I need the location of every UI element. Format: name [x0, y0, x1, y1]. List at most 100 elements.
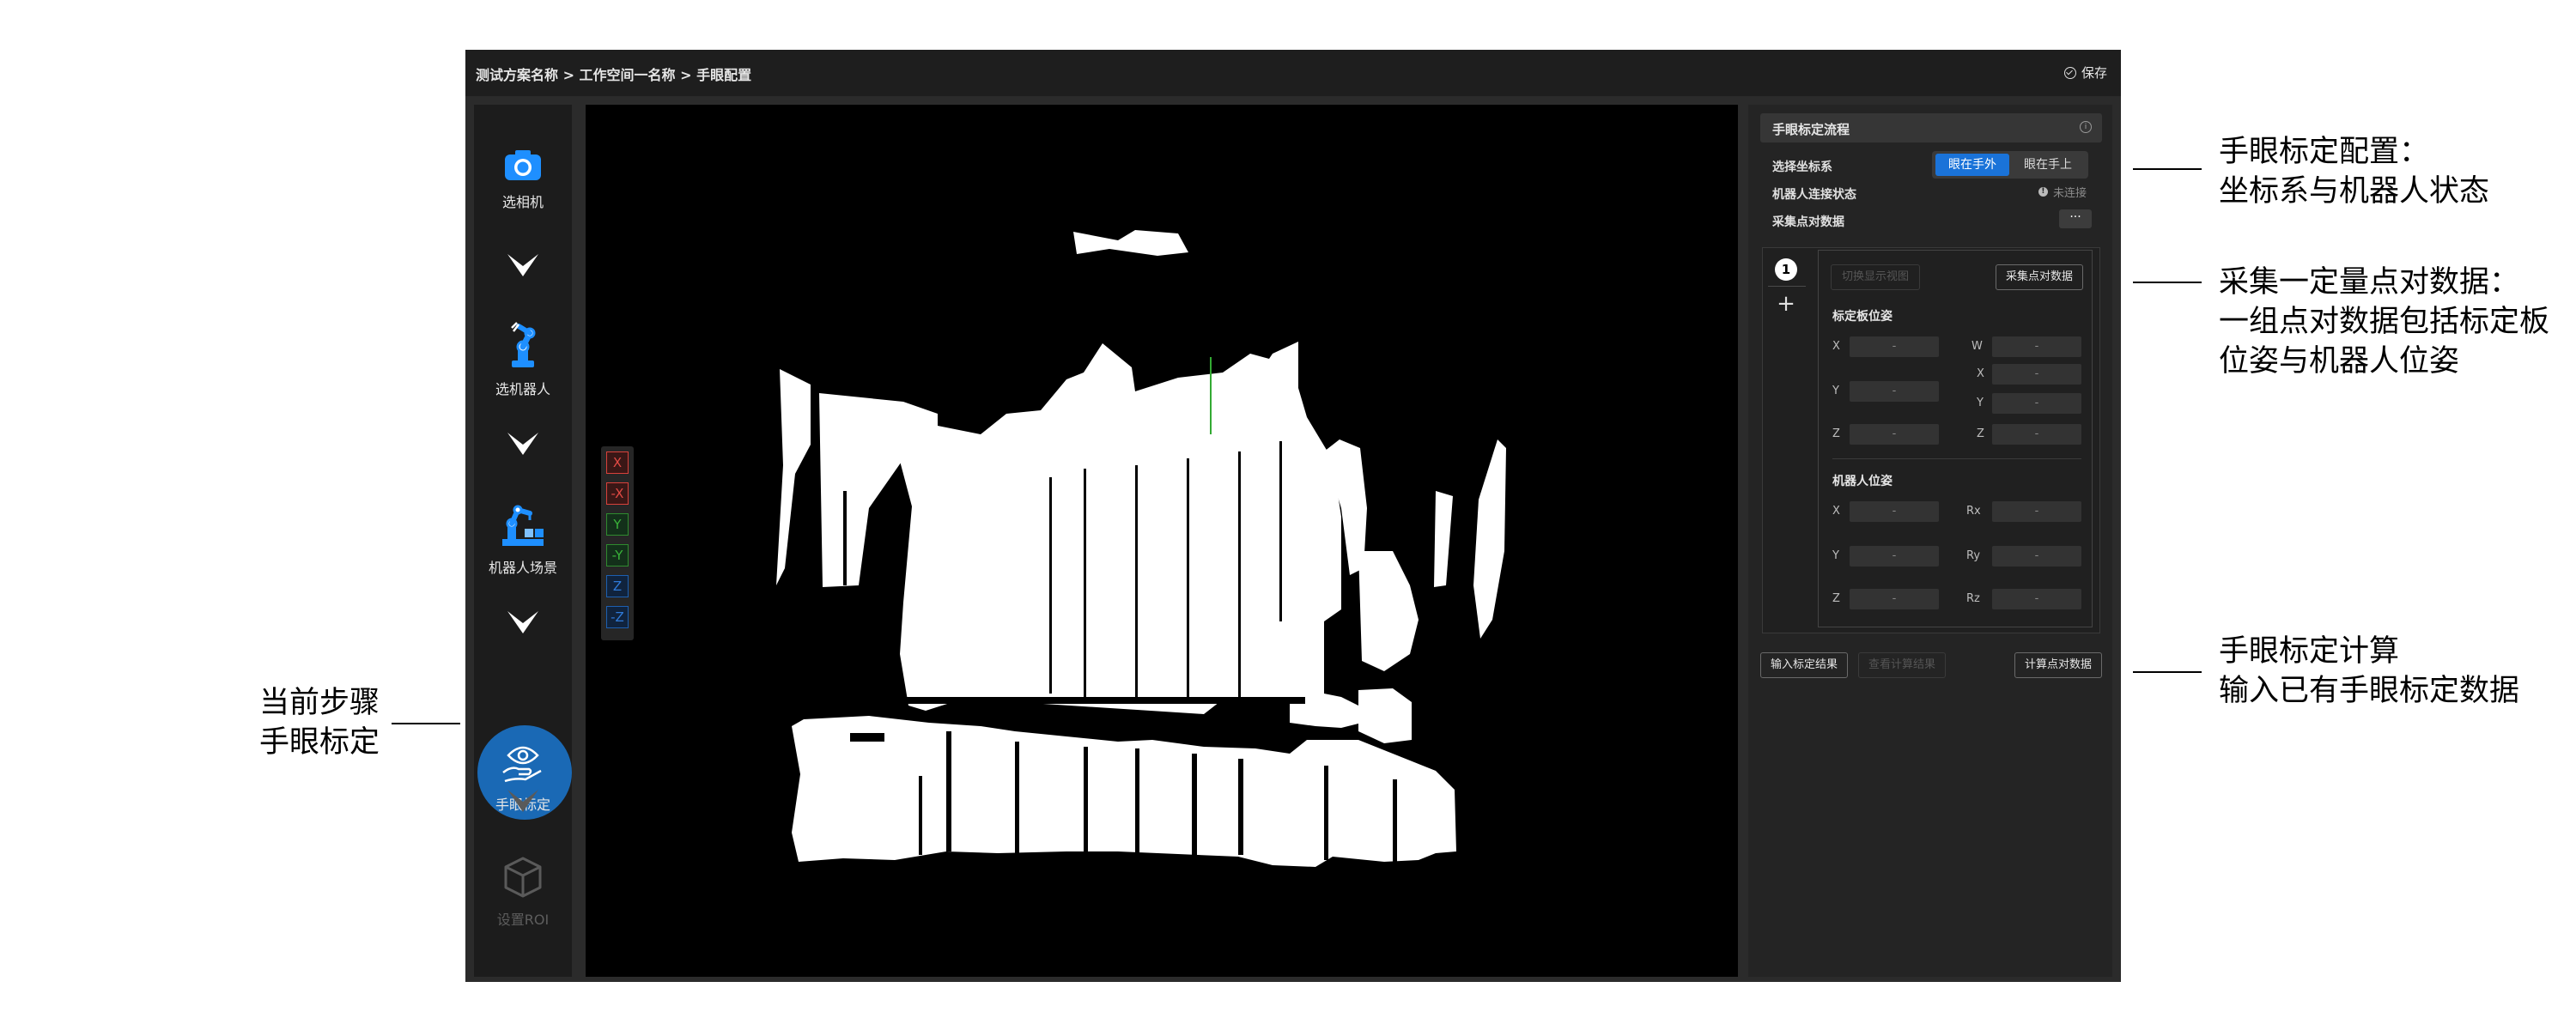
- annotation-line: [2133, 168, 2202, 170]
- annotation-text: 手眼标定计算: [2219, 634, 2400, 669]
- robot-pose-title: 机器人位姿: [1832, 475, 1893, 488]
- robot-ry-field[interactable]: -: [1992, 546, 2081, 566]
- info-icon[interactable]: i: [2080, 121, 2092, 133]
- board-qx-label: X: [1977, 367, 1984, 380]
- calibration-panel: 手眼标定流程 i 选择坐标系 眼在手外 眼在手上 机器人连接状态 ! 未连接 采…: [1748, 105, 2112, 977]
- view-result-button[interactable]: 查看计算结果: [1858, 652, 1946, 678]
- step-set-roi: 设置ROI: [474, 855, 572, 929]
- board-w-label: W: [1971, 340, 1983, 353]
- step-label: 设置ROI: [496, 912, 550, 928]
- check-circle-icon: [2063, 66, 2076, 79]
- annotation-text: 采集一定量点对数据：: [2219, 265, 2520, 300]
- robot-z-field[interactable]: -: [1850, 589, 1939, 609]
- board-x-field[interactable]: -: [1850, 336, 1939, 357]
- board-x-label: X: [1832, 340, 1840, 353]
- robot-z-label: Z: [1832, 592, 1840, 605]
- more-options-button[interactable]: ···: [2059, 209, 2092, 228]
- point-pair-tab-1[interactable]: 1: [1775, 258, 1797, 281]
- step-label: 选机器人: [495, 381, 550, 397]
- annotation-text: 手眼标定配置：: [2219, 135, 2430, 169]
- step-select-robot[interactable]: 选机器人: [474, 321, 572, 398]
- top-bar: 测试方案名称 > 工作空间一名称 > 手眼配置 保存: [465, 50, 2121, 96]
- step-robot-scene[interactable]: 机器人场景: [474, 500, 572, 577]
- annotation-config: 手眼标定配置： 坐标系与机器人状态: [2219, 132, 2489, 211]
- robot-y-field[interactable]: -: [1850, 546, 1939, 566]
- chevron-down-icon: [507, 433, 538, 455]
- annotation-current-step: 当前步骤 手眼标定: [259, 683, 380, 762]
- chevron-down-icon: [507, 790, 538, 812]
- compute-point-pair-button[interactable]: 计算点对数据: [2014, 652, 2102, 678]
- board-w-field[interactable]: -: [1992, 336, 2081, 357]
- axis-y-button[interactable]: Y: [606, 513, 629, 536]
- board-qy-label: Y: [1977, 397, 1984, 409]
- robot-rz-label: Rz: [1966, 592, 1980, 605]
- annotation-line: [392, 723, 460, 724]
- board-qz-label: Z: [1977, 427, 1984, 440]
- board-y-field[interactable]: -: [1850, 381, 1939, 402]
- coord-system-toggle: 眼在手外 眼在手上: [1932, 151, 2088, 179]
- panel-title: 手眼标定流程: [1772, 122, 1850, 137]
- input-result-button[interactable]: 输入标定结果: [1760, 652, 1848, 678]
- annotation-text: 坐标系与机器人状态: [2219, 174, 2490, 209]
- robot-x-field[interactable]: -: [1850, 501, 1939, 522]
- step-sidebar: 选相机 选机器人 机器人场景 设置ROI: [474, 105, 572, 977]
- robot-x-label: X: [1832, 505, 1840, 518]
- annotation-text: 一组点对数据包括标定板: [2219, 305, 2550, 339]
- board-y-label: Y: [1832, 385, 1839, 397]
- save-label: 保存: [2081, 65, 2107, 81]
- eye-to-hand-option[interactable]: 眼在手外: [1935, 154, 2009, 176]
- robot-rx-field[interactable]: -: [1992, 501, 2081, 522]
- switch-view-button[interactable]: 切换显示视图: [1831, 264, 1920, 290]
- robot-scene-icon: [502, 505, 544, 546]
- annotation-text: 手眼标定: [259, 725, 380, 760]
- annotation-text: 当前步骤: [259, 686, 380, 720]
- point-pair-collector: 1 + 切换显示视图 采集点对数据 标定板位姿 X - Y - Z - W - …: [1762, 247, 2100, 633]
- annotation-collect: 采集一定量点对数据： 一组点对数据包括标定板 位姿与机器人位姿: [2219, 263, 2549, 381]
- point-cloud-image: [776, 230, 1506, 867]
- board-z-field[interactable]: -: [1850, 424, 1939, 445]
- cube-icon: [504, 857, 542, 898]
- collect-label: 采集点对数据: [1772, 215, 1844, 229]
- app-window: 测试方案名称 > 工作空间一名称 > 手眼配置 保存 选相机 选机器人 机器人场…: [465, 50, 2121, 982]
- board-qz-field[interactable]: -: [1992, 424, 2081, 445]
- save-button[interactable]: 保存: [2063, 64, 2107, 82]
- axis-z-button[interactable]: Z: [606, 575, 629, 597]
- collect-point-pair-button[interactable]: 采集点对数据: [1996, 264, 2083, 290]
- add-point-pair-button[interactable]: +: [1775, 293, 1797, 315]
- robot-status-value: 未连接: [2052, 187, 2087, 200]
- axis-neg-x-button[interactable]: -X: [606, 482, 629, 505]
- robot-ry-label: Ry: [1966, 549, 1981, 562]
- robot-arm-icon: [511, 322, 536, 367]
- axis-neg-y-button[interactable]: -Y: [606, 544, 629, 566]
- step-select-camera[interactable]: 选相机: [474, 148, 572, 211]
- robot-rz-field[interactable]: -: [1992, 589, 2081, 609]
- camera-icon: [505, 150, 541, 180]
- board-qx-field[interactable]: -: [1992, 364, 2081, 385]
- section-divider: [1832, 458, 2081, 459]
- annotation-line: [2133, 671, 2202, 673]
- step-label: 机器人场景: [488, 560, 557, 576]
- board-z-label: Z: [1832, 427, 1840, 440]
- axis-neg-z-button[interactable]: -Z: [606, 606, 629, 628]
- robot-y-label: Y: [1832, 549, 1839, 562]
- point-pair-detail: 切换显示视图 采集点对数据 标定板位姿 X - Y - Z - W - X - …: [1818, 250, 2093, 627]
- alert-icon: !: [2038, 187, 2048, 197]
- breadcrumb[interactable]: 测试方案名称 > 工作空间一名称 > 手眼配置: [476, 64, 751, 84]
- robot-rx-label: Rx: [1966, 505, 1981, 518]
- board-qy-field[interactable]: -: [1992, 393, 2081, 414]
- step-label: 选相机: [501, 194, 544, 210]
- hand-eye-icon: [502, 746, 542, 783]
- point-cloud-viewport[interactable]: X -X Y -Y Z -Z: [586, 105, 1738, 977]
- coord-system-label: 选择坐标系: [1772, 161, 1832, 174]
- board-pose-title: 标定板位姿: [1832, 310, 1893, 324]
- tab-divider: [1768, 286, 1806, 287]
- axis-view-toolbar: X -X Y -Y Z -Z: [601, 446, 634, 640]
- panel-header: 手眼标定流程 i: [1760, 113, 2102, 142]
- robot-status: ! 未连接: [2038, 184, 2087, 200]
- annotation-line: [2133, 282, 2202, 283]
- annotation-text: 位姿与机器人位姿: [2219, 344, 2460, 379]
- chevron-down-icon: [507, 254, 538, 276]
- axis-x-button[interactable]: X: [606, 451, 629, 474]
- chevron-down-icon: [507, 611, 538, 633]
- eye-in-hand-option[interactable]: 眼在手上: [2011, 154, 2085, 176]
